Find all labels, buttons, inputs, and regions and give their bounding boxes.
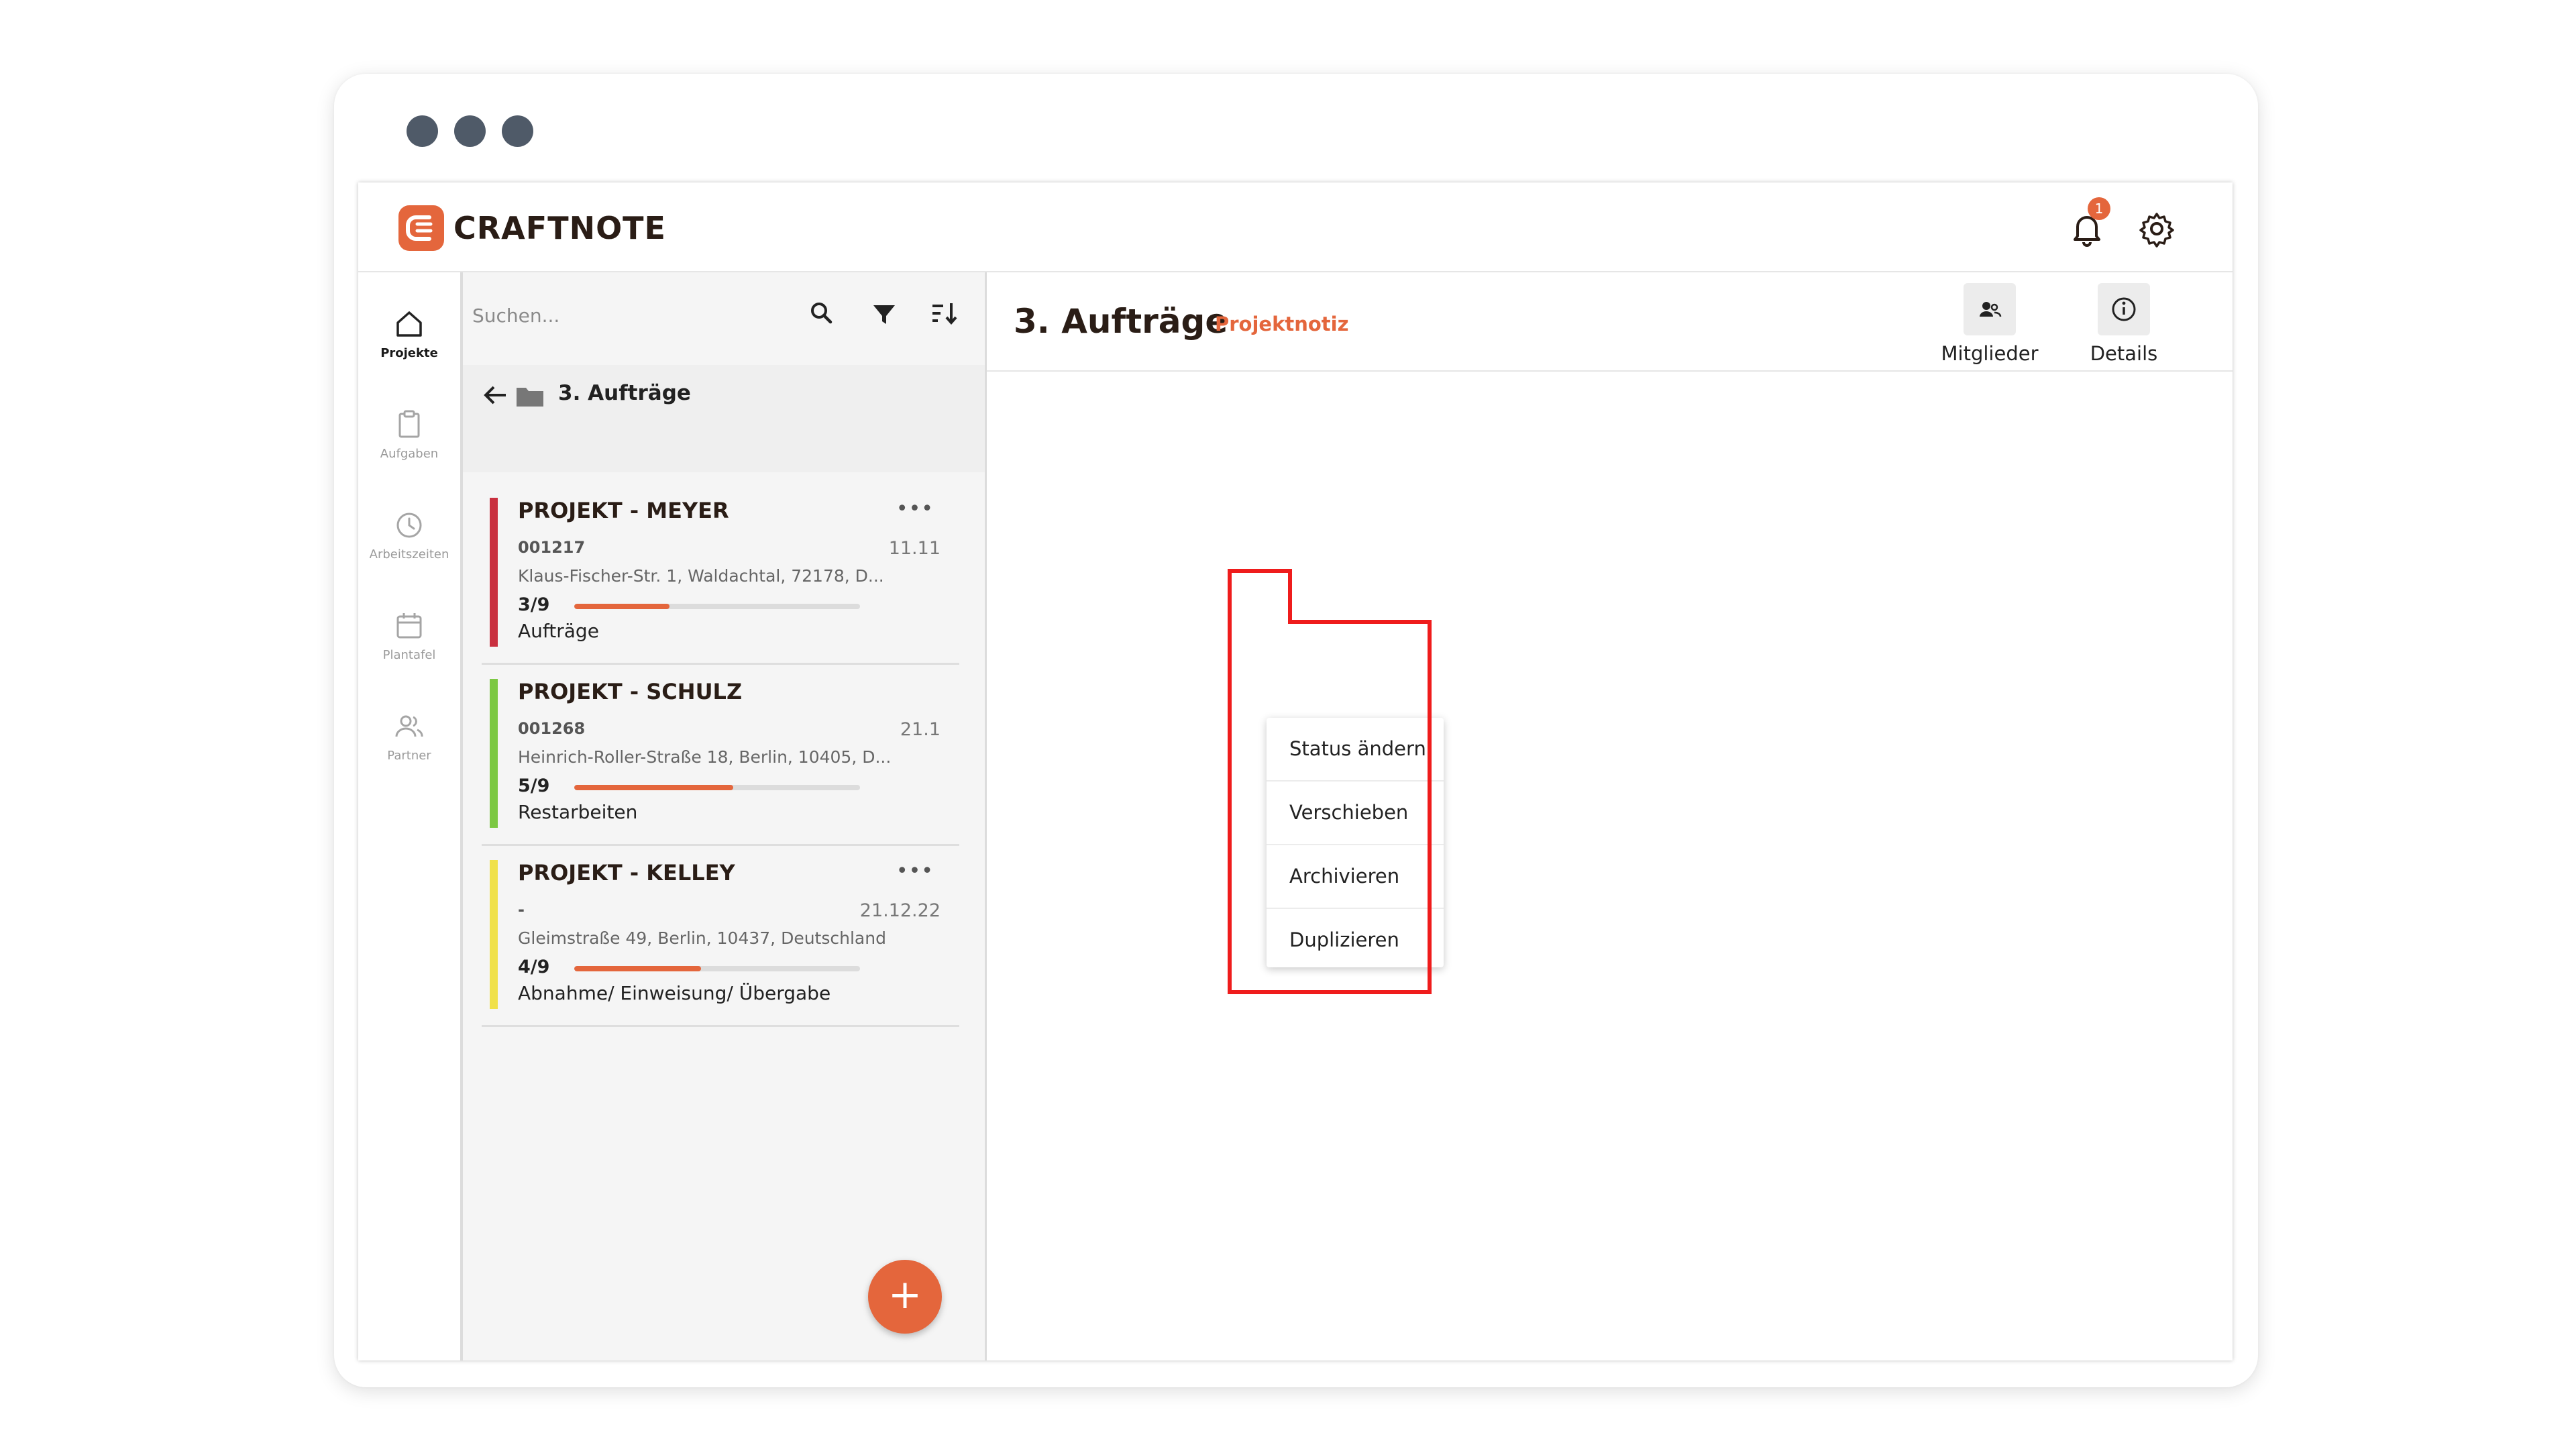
main-content: 3. Aufträge Projektnotiz Mitglieder Deta… — [987, 272, 2233, 1360]
project-title: PROJEKT - KELLEY — [518, 860, 735, 885]
project-date: 21.12.22 — [859, 900, 941, 921]
project-card[interactable]: PROJEKT - KELLEY - 21.12.22 Gleimstraße … — [482, 844, 959, 1027]
sort-icon[interactable] — [926, 295, 963, 333]
project-note-link[interactable]: Projektnotiz — [1215, 313, 1349, 335]
project-card[interactable]: PROJEKT - MEYER 001217 11.11 Klaus-Fisch… — [482, 482, 959, 665]
details-button[interactable]: Details — [2074, 283, 2174, 365]
app-logo-text: CRAFTNOTE — [453, 210, 666, 246]
top-bar: CRAFTNOTE 1 — [358, 182, 2233, 272]
project-status: Abnahme/ Einweisung/ Übergabe — [518, 982, 831, 1004]
progress-count: 3/9 — [518, 594, 550, 615]
info-icon — [2098, 283, 2150, 335]
clock-icon — [396, 513, 422, 538]
members-label: Mitglieder — [1941, 342, 2039, 365]
project-number: 001268 — [518, 719, 586, 738]
progress-bar — [574, 604, 860, 609]
back-arrow-icon[interactable] — [482, 384, 508, 409]
more-options-icon[interactable]: ••• — [896, 499, 934, 519]
project-date: 21.1 — [900, 719, 941, 740]
folder-title: 3. Aufträge — [558, 381, 691, 405]
nav-item-plantafel[interactable]: Plantafel — [358, 609, 460, 662]
project-title: PROJEKT - MEYER — [518, 498, 729, 523]
filter-icon[interactable] — [865, 295, 903, 333]
more-options-icon[interactable]: ••• — [896, 861, 934, 881]
calendar-icon — [396, 613, 422, 639]
details-label: Details — [2090, 342, 2158, 365]
nav-item-arbeitszeiten[interactable]: Arbeitszeiten — [358, 508, 460, 561]
nav-label: Projekte — [380, 346, 438, 360]
highlight-frame-step — [1288, 620, 1432, 624]
search-input[interactable]: Suchen... — [472, 299, 794, 333]
highlight-frame-bottom — [1228, 620, 1432, 994]
notification-badge: 1 — [2088, 197, 2110, 220]
window-control-dot[interactable] — [407, 115, 438, 147]
craftnote-logo-icon — [398, 205, 444, 251]
add-project-button[interactable]: + — [868, 1260, 942, 1334]
progress-bar — [574, 785, 860, 790]
nav-item-aufgaben[interactable]: Aufgaben — [358, 408, 460, 461]
project-title: PROJEKT - SCHULZ — [518, 679, 743, 704]
navigation-rail: Projekte Aufgaben Arbeitszeiten Plantafe… — [358, 272, 463, 1360]
project-status: Aufträge — [518, 620, 599, 642]
project-address: Heinrich-Roller-Straße 18, Berlin, 10405… — [518, 747, 892, 767]
people-icon — [395, 715, 423, 737]
page-title: 3. Aufträge — [1014, 302, 1228, 341]
nav-label: Arbeitszeiten — [369, 547, 449, 561]
main-header: 3. Aufträge Projektnotiz Mitglieder Deta… — [987, 272, 2233, 372]
project-address: Klaus-Fischer-Str. 1, Waldachtal, 72178,… — [518, 566, 884, 586]
project-address: Gleimstraße 49, Berlin, 10437, Deutschla… — [518, 928, 886, 948]
status-color-bar — [490, 679, 498, 828]
project-number: 001217 — [518, 538, 586, 557]
project-number: - — [518, 900, 525, 919]
nav-item-partner[interactable]: Partner — [358, 710, 460, 763]
nav-item-projekte[interactable]: Projekte — [358, 307, 460, 360]
status-color-bar — [490, 860, 498, 1009]
settings-gear-icon[interactable] — [2136, 208, 2178, 250]
craftnote-app: CRAFTNOTE 1 Projekte Aufgaben Arbeitszei… — [358, 182, 2233, 1360]
folder-header: 3. Aufträge — [463, 365, 985, 472]
nav-label: Plantafel — [382, 648, 436, 662]
folder-icon — [515, 385, 545, 411]
members-button[interactable]: Mitglieder — [1939, 283, 2040, 365]
project-date: 11.11 — [888, 538, 941, 559]
nav-label: Partner — [387, 749, 431, 763]
highlight-frame-top — [1228, 569, 1292, 624]
project-status: Restarbeiten — [518, 801, 638, 823]
search-icon[interactable] — [804, 295, 841, 333]
clipboard-icon — [398, 410, 420, 438]
status-color-bar — [490, 498, 498, 647]
progress-count: 5/9 — [518, 775, 550, 796]
window-control-dot[interactable] — [502, 115, 533, 147]
project-list-panel: Suchen... 3. Aufträge PROJEKT - MEYER 00… — [463, 272, 987, 1360]
browser-window: CRAFTNOTE 1 Projekte Aufgaben Arbeitszei… — [334, 74, 2258, 1387]
home-icon — [396, 311, 422, 337]
window-control-dot[interactable] — [454, 115, 486, 147]
progress-count: 4/9 — [518, 957, 550, 977]
members-icon — [1964, 283, 2016, 335]
project-card[interactable]: PROJEKT - SCHULZ 001268 21.1 Heinrich-Ro… — [482, 663, 959, 846]
progress-bar — [574, 966, 860, 971]
nav-label: Aufgaben — [380, 447, 439, 461]
